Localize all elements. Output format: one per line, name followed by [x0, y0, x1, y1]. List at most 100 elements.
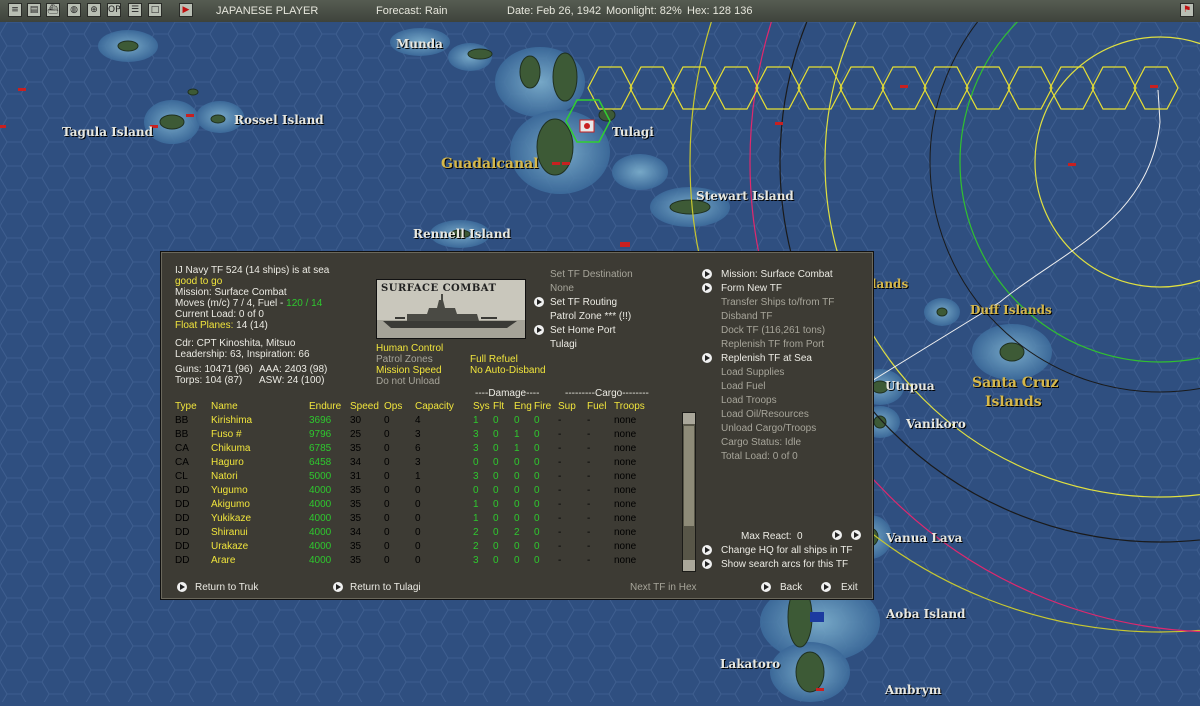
scroll-down-icon[interactable]: [683, 560, 695, 571]
replenish-at-sea-arrow-icon[interactable]: [702, 353, 712, 363]
mission-button[interactable]: Mission: Surface Combat: [721, 269, 833, 281]
ship-list-scrollbar[interactable]: [682, 412, 696, 572]
col-troops[interactable]: Troops: [614, 400, 674, 414]
col-eng[interactable]: Eng: [514, 400, 534, 414]
return-tulagi-button[interactable]: Return to Tulagi: [350, 582, 421, 594]
toggle-no-auto-disband[interactable]: No Auto-Disband: [470, 365, 546, 377]
exit-button[interactable]: Exit: [841, 582, 858, 594]
table-row[interactable]: BB Kirishima 3696 30 0 4 1 0 0 0 - - none: [175, 414, 674, 428]
set-home-port-arrow-icon[interactable]: [534, 325, 544, 335]
cell-name[interactable]: Kirishima: [211, 414, 309, 428]
target-icon[interactable]: ⊕: [87, 3, 101, 17]
cell-name[interactable]: Fuso #: [211, 428, 309, 442]
col-capacity[interactable]: Capacity: [415, 400, 473, 414]
return-tulagi-arrow-icon[interactable]: [333, 582, 343, 592]
globe-icon[interactable]: ◍: [67, 3, 81, 17]
patrol-zone-label[interactable]: Patrol Zone *** (!!): [550, 311, 631, 323]
reports-icon[interactable]: ▤: [27, 3, 41, 17]
table-row[interactable]: CA Chikuma 6785 35 0 6 3 0 1 0 - - none: [175, 442, 674, 456]
return-truk-button[interactable]: Return to Truk: [195, 582, 258, 594]
scroll-up-icon[interactable]: [683, 413, 695, 424]
disband-tf-button[interactable]: Disband TF: [721, 311, 773, 323]
replenish-at-sea-button[interactable]: Replenish TF at Sea: [721, 353, 812, 365]
cell-endure: 6785: [309, 443, 332, 454]
window-icon[interactable]: □: [148, 3, 162, 17]
col-flt[interactable]: Flt: [493, 400, 514, 414]
mission-arrow-icon[interactable]: [702, 269, 712, 279]
end-turn-icon[interactable]: ▶: [179, 3, 193, 17]
col-speed[interactable]: Speed: [350, 400, 384, 414]
toggle-do-not-unload[interactable]: Do not Unload: [376, 376, 440, 388]
cell-type: BB: [175, 429, 189, 440]
table-row[interactable]: CL Natori 5000 31 0 1 3 0 0 0 - - none: [175, 470, 674, 484]
cell-sys: 3: [473, 443, 479, 454]
cell-name[interactable]: Shiranui: [211, 526, 309, 540]
load-supplies-button[interactable]: Load Supplies: [721, 367, 784, 379]
col-ops[interactable]: Ops: [384, 400, 415, 414]
cell-name[interactable]: Chikuma: [211, 442, 309, 456]
form-new-tf-arrow-icon[interactable]: [702, 283, 712, 293]
flag-icon[interactable]: ⚑: [1180, 3, 1194, 17]
table-row[interactable]: DD Yugumo 4000 35 0 0 0 0 0 0 - - none: [175, 484, 674, 498]
cell-name[interactable]: Akigumo: [211, 498, 309, 512]
table-row[interactable]: BB Fuso #9796 25 0 3 3 0 1 0 - - none: [175, 428, 674, 442]
return-truk-arrow-icon[interactable]: [177, 582, 187, 592]
cell-name[interactable]: Yukikaze: [211, 512, 309, 526]
ships-icon[interactable]: ⛴: [46, 3, 60, 17]
max-react-max-icon[interactable]: [851, 530, 861, 540]
load-oil-button[interactable]: Load Oil/Resources: [721, 409, 809, 421]
exit-arrow-icon[interactable]: [821, 582, 831, 592]
col-sys[interactable]: Sys: [473, 400, 493, 414]
scroll-thumb[interactable]: [684, 426, 694, 526]
cell-troops: none: [614, 499, 637, 510]
ops-icon[interactable]: OP: [107, 3, 121, 17]
form-new-tf-button[interactable]: Form New TF: [721, 283, 782, 295]
table-row[interactable]: DD Shiranui 4000 34 0 0 2 0 2 0 - - none: [175, 526, 674, 540]
col-fire[interactable]: Fire: [534, 400, 558, 414]
cell-speed: 35: [350, 443, 362, 454]
cell-sys: 0: [473, 485, 479, 496]
replenish-from-port-button[interactable]: Replenish TF from Port: [721, 339, 824, 351]
transfer-ships-button[interactable]: Transfer Ships to/from TF: [721, 297, 834, 309]
cell-name[interactable]: Urakaze: [211, 540, 309, 554]
table-row[interactable]: DD Akigumo 4000 35 0 0 1 0 0 0 - - none: [175, 498, 674, 512]
load-fuel-button[interactable]: Load Fuel: [721, 381, 765, 393]
cell-fuel: -: [587, 443, 591, 454]
cell-sys: 3: [473, 429, 479, 440]
change-hq-button[interactable]: Change HQ for all ships in TF: [721, 545, 853, 557]
change-hq-arrow-icon[interactable]: [702, 545, 712, 555]
col-fuel[interactable]: Fuel: [587, 400, 614, 414]
set-routing-arrow-icon[interactable]: [534, 297, 544, 307]
cell-name[interactable]: Natori: [211, 470, 309, 484]
next-tf-button[interactable]: Next TF in Hex: [630, 582, 697, 594]
cell-flt: 0: [493, 415, 499, 426]
ship-table-body: BB Kirishima 3696 30 0 4 1 0 0 0- - none BB Fuso #979…: [175, 414, 674, 568]
col-endure[interactable]: Endure: [309, 400, 350, 414]
cell-name[interactable]: Arare: [211, 554, 309, 568]
table-row[interactable]: DD Yukikaze 4000 35 0 0 1 0 0 0 - - none: [175, 512, 674, 526]
unload-cargo-button[interactable]: Unload Cargo/Troops: [721, 423, 816, 435]
cell-sys: 0: [473, 457, 479, 468]
show-search-arcs-button[interactable]: Show search arcs for this TF: [721, 559, 848, 571]
set-home-port-button[interactable]: Set Home Port: [550, 325, 616, 337]
col-type[interactable]: Type: [175, 400, 211, 414]
col-sup[interactable]: Sup: [558, 400, 587, 414]
load-troops-button[interactable]: Load Troops: [721, 395, 777, 407]
table-row[interactable]: DD Arare 4000 35 0 0 3 0 0 0 - - none: [175, 554, 674, 568]
cell-name[interactable]: Yugumo: [211, 484, 309, 498]
set-routing-button[interactable]: Set TF Routing: [550, 297, 617, 309]
cell-name[interactable]: Haguro: [211, 456, 309, 470]
search-arcs-arrow-icon[interactable]: [702, 559, 712, 569]
back-arrow-icon[interactable]: [761, 582, 771, 592]
dock-tf-button[interactable]: Dock TF (116,261 tons): [721, 325, 825, 337]
map-label-lands: lands: [872, 277, 909, 291]
table-row[interactable]: CA Haguro 6458 34 0 3 0 0 0 0 - - none: [175, 456, 674, 470]
cell-eng: 1: [514, 429, 520, 440]
list-icon[interactable]: ☰: [128, 3, 142, 17]
table-row[interactable]: DD Urakaze 4000 35 0 0 2 0 0 0 - - none: [175, 540, 674, 554]
col-name[interactable]: Name: [211, 400, 309, 414]
max-react-increase-icon[interactable]: [832, 530, 842, 540]
back-button[interactable]: Back: [780, 582, 802, 594]
cell-eng: 0: [514, 471, 520, 482]
settings-icon[interactable]: ≡: [8, 3, 22, 17]
